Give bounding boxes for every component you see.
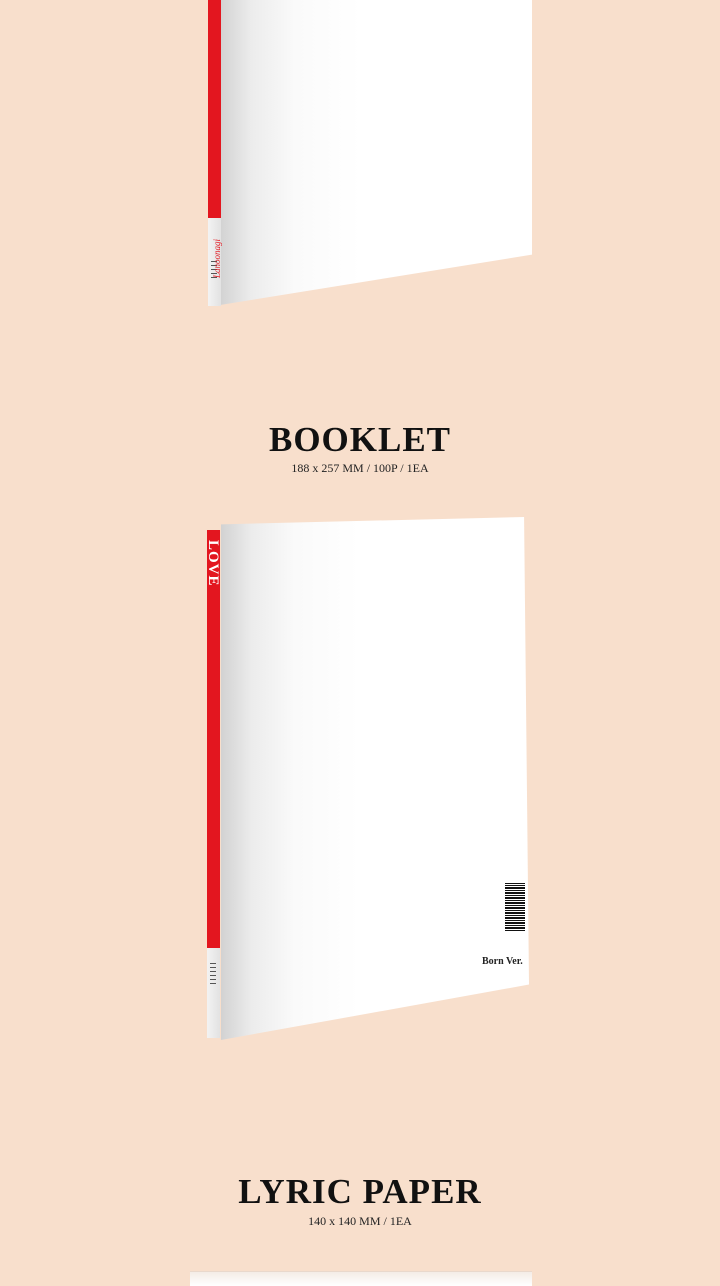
top-book-image: Lanoonagi [0,0,720,320]
booklet-spine-title: LOVE [205,540,221,587]
booklet-spine-white [207,948,220,1038]
lyric-paper-spec: 140 x 140 MM / 1EA [308,1214,412,1228]
top-book-cover [220,0,532,305]
booklet-spec: 188 x 257 MM / 100P / 1EA [291,461,429,475]
spine-marks [210,960,216,987]
version-label: Born Ver. [482,956,523,967]
booklet-title: BOOKLET [268,420,452,459]
lyric-paper-title: LYRIC PAPER [238,1172,482,1211]
top-book-spine-text: Lanoonagi [212,238,222,278]
barcode-icon [505,883,525,931]
lyric-paper-image [190,1271,532,1286]
top-book-spine-red [208,0,221,218]
